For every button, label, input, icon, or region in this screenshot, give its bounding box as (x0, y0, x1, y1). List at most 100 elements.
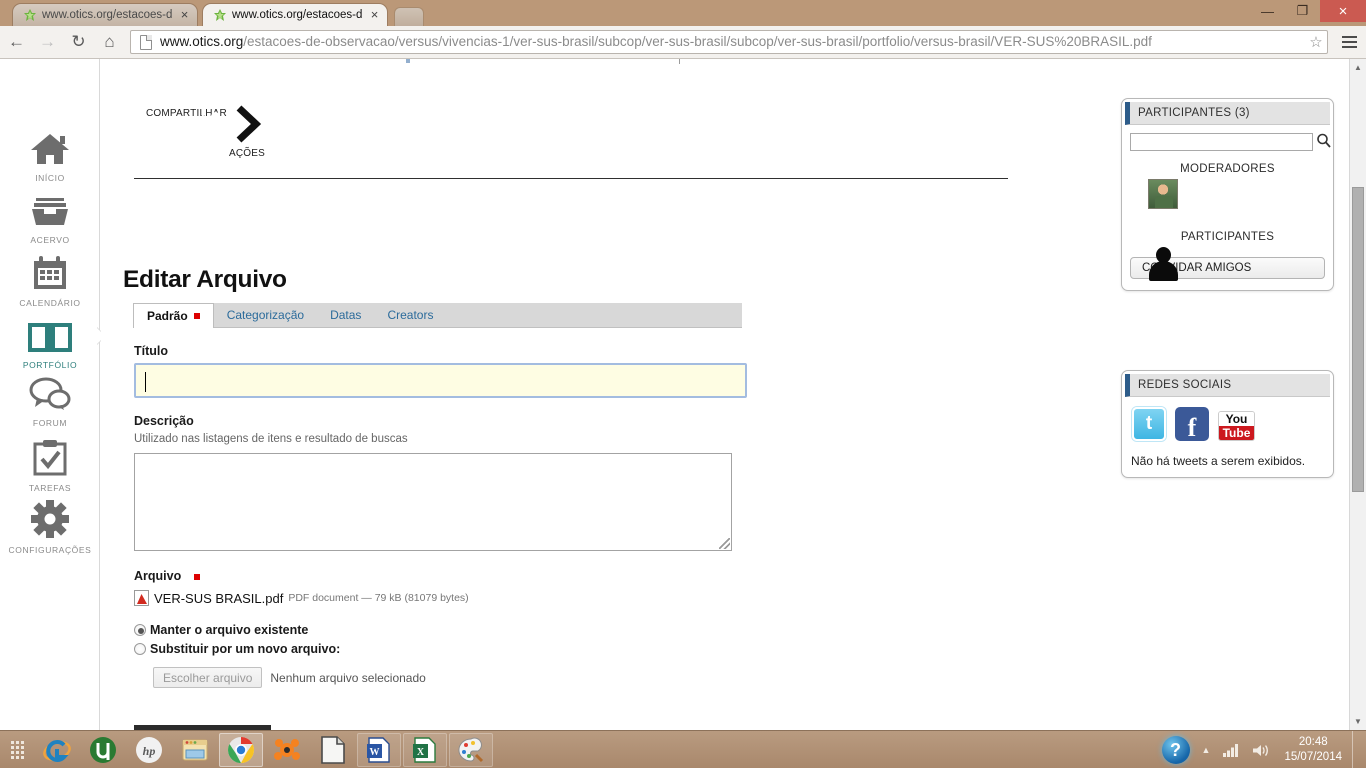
svg-text:W: W (370, 747, 380, 758)
browser-toolbar: ← → ↻ ⌂ www.otics.org/estacoes-de-observ… (0, 26, 1366, 59)
browser-tab-2[interactable]: www.otics.org/estacoes-d × (202, 3, 388, 26)
volume-icon[interactable] (1252, 743, 1270, 758)
google-chrome-icon[interactable] (219, 732, 263, 767)
radio-replace-file[interactable]: Substituir por um novo arquivo: (134, 642, 340, 656)
sidebar-item-portfolio[interactable]: PORTFÓLIO (0, 321, 100, 370)
file-explorer-icon[interactable] (173, 733, 217, 767)
reload-button[interactable]: ↻ (64, 28, 93, 57)
sidebar-item-calendario-label: CALENDÁRIO (19, 298, 81, 308)
maximize-button[interactable]: ❐ (1285, 0, 1320, 22)
show-desktop-button[interactable] (1352, 731, 1360, 769)
content-actions-toolbar: COMPARTILHAR AÇÕES (134, 99, 1008, 179)
forward-button[interactable]: → (33, 28, 62, 57)
attached-file-row[interactable]: VER-SUS BRASIL.pdf PDF document — 79 kB … (134, 590, 469, 606)
avatar[interactable] (1148, 179, 1178, 209)
signal-icon[interactable] (1222, 743, 1240, 757)
chrome-menu-icon[interactable] (1336, 28, 1362, 57)
windows-taskbar: hp W X ? ▲ 20:48 15/07/2014 (0, 730, 1366, 769)
sidebar-item-configuracoes-label: CONFIGURAÇÕES (8, 545, 92, 555)
bookmark-star-icon[interactable]: ☆ (1305, 33, 1327, 51)
scroll-up-arrow-icon[interactable]: ▲ (1350, 59, 1366, 76)
sidebar-item-tarefas[interactable]: TAREFAS (0, 440, 100, 493)
hp-icon[interactable]: hp (127, 733, 171, 767)
description-textarea[interactable] (134, 453, 732, 551)
tab-creators[interactable]: Creators (374, 303, 446, 327)
no-file-selected-text: Nenhum arquivo selecionado (270, 670, 426, 685)
participants-portlet-header: PARTICIPANTES (3) (1125, 102, 1330, 125)
site-left-nav: INÍCIO ACERVO CALENDÁRIO PORTFÓLIO FORUM… (0, 59, 105, 730)
svg-text:X: X (417, 747, 425, 758)
twitter-icon[interactable]: t (1132, 407, 1166, 441)
scrollbar-thumb[interactable] (1352, 187, 1364, 492)
sidebar-item-configuracoes[interactable]: CONFIGURAÇÕES (0, 500, 100, 555)
site-favicon (23, 8, 37, 22)
participants-group-title: PARTICIPANTES (1180, 231, 1275, 243)
back-button[interactable]: ← (2, 28, 31, 57)
no-tweets-message: Não há tweets a serem exibidos. (1131, 454, 1306, 468)
search-icon[interactable] (1313, 133, 1333, 151)
youtube-icon[interactable]: You Tube (1218, 411, 1255, 441)
close-window-button[interactable]: × (1320, 0, 1366, 22)
scroll-down-arrow-icon[interactable]: ▼ (1350, 713, 1366, 730)
attached-file-name[interactable]: VER-SUS BRASIL.pdf (154, 591, 283, 606)
internet-explorer-icon[interactable] (35, 733, 79, 767)
start-button[interactable] (0, 731, 34, 769)
tab-creators-label: Creators (387, 308, 434, 322)
participants-portlet-body: MODERADORES PARTICIPANTES CONVIDAR AMIGO… (1122, 125, 1333, 290)
book-icon (0, 321, 100, 358)
minimize-button[interactable]: — (1250, 0, 1285, 22)
site-favicon (213, 8, 227, 22)
browser-tab-1-close-icon[interactable]: × (178, 8, 191, 22)
file-picker-row: Escolher arquivo Nenhum arquivo selecion… (153, 667, 426, 688)
new-tab-button[interactable] (394, 7, 424, 26)
chat-bubbles-icon (0, 377, 100, 416)
sidebar-item-portfolio-label: PORTFÓLIO (22, 360, 78, 370)
browser-tab-1[interactable]: www.otics.org/estacoes-d × (12, 3, 198, 26)
actions-button[interactable]: AÇÕES (229, 104, 265, 159)
microsoft-excel-icon[interactable]: X (403, 732, 447, 767)
tab-strip: www.otics.org/estacoes-d × www.otics.org… (0, 0, 1366, 26)
sidebar-item-forum-label: FORUM (32, 418, 68, 428)
sidebar-item-forum[interactable]: FORUM (0, 377, 100, 428)
textarea-resize-handle[interactable] (719, 538, 730, 549)
tab-datas[interactable]: Datas (317, 303, 374, 327)
sidebar-item-acervo-label: ACERVO (30, 235, 70, 245)
taskbar-clock[interactable]: 20:48 15/07/2014 (1284, 735, 1342, 765)
show-hidden-icons-button[interactable]: ▲ (1202, 745, 1211, 755)
home-button[interactable]: ⌂ (95, 28, 124, 57)
page-document-icon (136, 34, 156, 50)
social-networks-portlet: REDES SOCIAIS t f You Tube Não há tweets… (1121, 370, 1334, 478)
social-icon-row: t f You Tube (1130, 403, 1325, 443)
page-scrollbar[interactable]: ▲ ▼ (1349, 59, 1366, 730)
title-field-label: Título (134, 344, 169, 358)
paint-icon[interactable] (449, 732, 493, 767)
tab-categorizacao-label: Categorização (226, 308, 305, 322)
chevron-right-icon (229, 104, 265, 144)
sidebar-item-inicio[interactable]: INÍCIO (0, 132, 100, 183)
clipboard-check-icon (0, 440, 100, 481)
tab-padrao[interactable]: Padrão (133, 303, 214, 328)
share-button[interactable]: COMPARTILHAR (146, 104, 227, 136)
text-caret (145, 372, 146, 392)
facebook-icon[interactable]: f (1175, 407, 1209, 441)
utorrent-icon[interactable] (81, 733, 125, 767)
browser-tab-2-close-icon[interactable]: × (368, 8, 381, 22)
svg-text:hp: hp (143, 744, 156, 758)
participants-search-input[interactable] (1130, 133, 1313, 151)
libreoffice-icon[interactable] (311, 733, 355, 767)
radio-button-keep[interactable] (134, 624, 146, 636)
sidebar-item-calendario[interactable]: CALENDÁRIO (0, 255, 100, 308)
avast-icon[interactable] (265, 733, 309, 767)
choose-file-button[interactable]: Escolher arquivo (153, 667, 263, 688)
title-input[interactable] (134, 363, 747, 398)
radio-button-replace[interactable] (134, 643, 146, 655)
microsoft-word-icon[interactable]: W (357, 732, 401, 767)
help-orb-icon[interactable]: ? (1161, 736, 1190, 764)
radio-keep-existing-file[interactable]: Manter o arquivo existente (134, 623, 308, 637)
address-bar[interactable]: www.otics.org/estacoes-de-observacao/ver… (130, 30, 1328, 54)
radio-replace-label: Substituir por um novo arquivo: (150, 642, 341, 656)
participants-portlet: PARTICIPANTES (3) MODERADORES PARTICIPAN… (1121, 98, 1334, 291)
tab-categorizacao[interactable]: Categorização (214, 303, 317, 327)
home-icon (0, 132, 100, 171)
sidebar-item-acervo[interactable]: ACERVO (0, 196, 100, 245)
